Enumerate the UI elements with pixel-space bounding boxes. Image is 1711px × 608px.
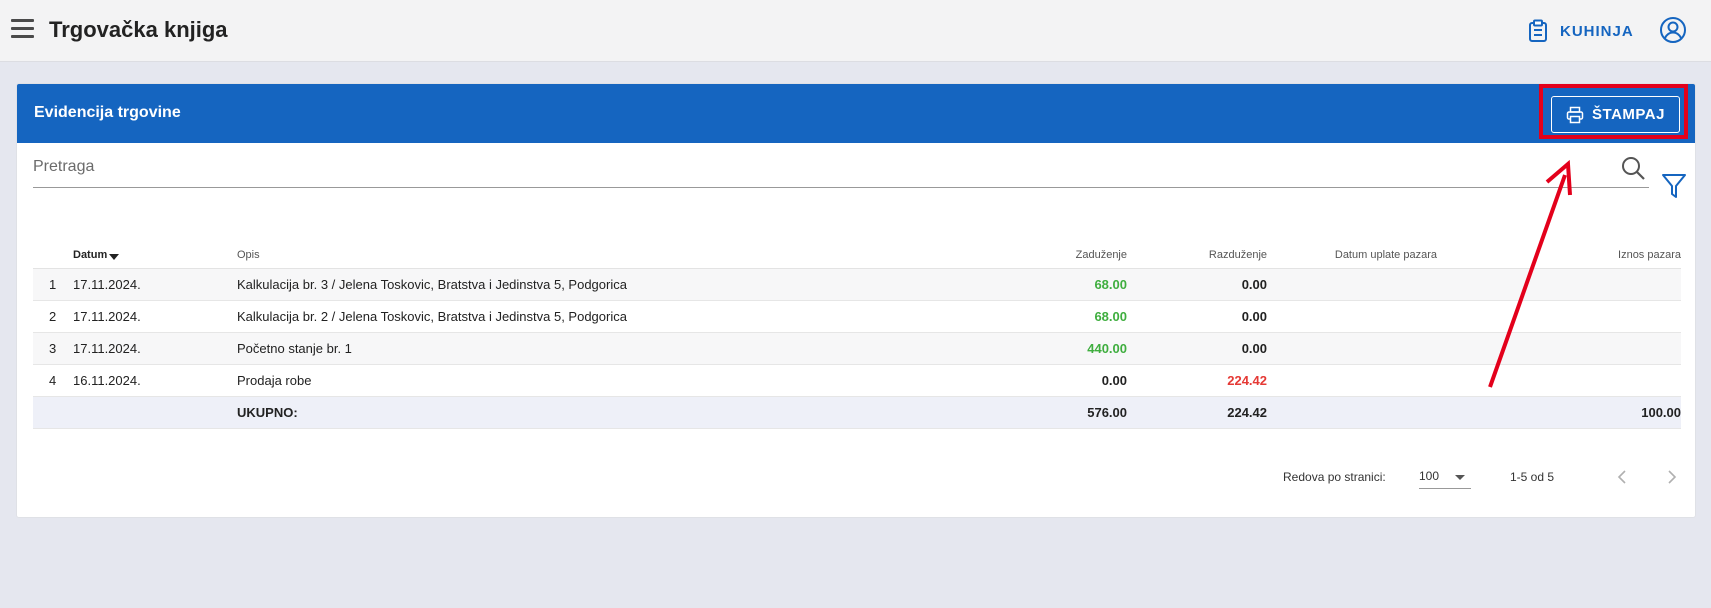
printer-icon [1566, 106, 1584, 123]
print-button-label: ŠTAMPAJ [1592, 106, 1665, 123]
search-field [33, 146, 1649, 188]
print-button[interactable]: ŠTAMPAJ [1551, 96, 1680, 133]
pagination-range: 1-5 od 5 [1510, 470, 1555, 484]
row-datum-uplate [1267, 364, 1437, 397]
column-header-opis[interactable]: Opis [237, 242, 957, 269]
row-datum-uplate [1267, 332, 1437, 365]
total-iznos: 100.00 [1437, 396, 1681, 429]
row-iznos [1437, 300, 1681, 333]
next-page-icon[interactable] [1664, 468, 1680, 486]
row-iznos [1437, 364, 1681, 397]
row-opis: Kalkulacija br. 2 / Jelena Toskovic, Bra… [237, 300, 957, 333]
search-icon[interactable] [1620, 155, 1646, 181]
row-razduzenje: 224.42 [1127, 364, 1267, 397]
row-iznos [1437, 332, 1681, 365]
sort-down-icon [109, 253, 120, 260]
account-icon[interactable] [1659, 16, 1687, 44]
row-opis: Početno stanje br. 1 [237, 332, 957, 365]
total-row: UKUPNO: 576.00 224.42 100.00 [33, 396, 1681, 429]
rows-per-page-select[interactable]: 100 [1419, 465, 1471, 489]
row-datum: 17.11.2024. [73, 332, 237, 365]
row-razduzenje: 0.00 [1127, 332, 1267, 365]
row-datum: 17.11.2024. [73, 300, 237, 333]
row-number: 2 [33, 300, 73, 333]
pagination: Redova po stranici: 100 1-5 od 5 [1283, 465, 1680, 489]
records-table: Datum Opis Zaduženje Razduženje Datum up… [33, 242, 1681, 429]
filter-icon[interactable] [1661, 172, 1687, 200]
table-row[interactable]: 3 17.11.2024. Početno stanje br. 1 440.0… [33, 332, 1681, 365]
row-number: 4 [33, 364, 73, 397]
column-header-datum[interactable]: Datum [73, 242, 237, 269]
column-header-zaduzenje[interactable]: Zaduženje [957, 242, 1127, 269]
clipboard-icon [1529, 19, 1547, 42]
row-datum: 17.11.2024. [73, 268, 237, 301]
chevron-down-icon [1455, 475, 1465, 480]
trade-records-card: Evidencija trgovine ŠTAMPAJ Datum [16, 83, 1696, 518]
row-razduzenje: 0.00 [1127, 268, 1267, 301]
row-razduzenje: 0.00 [1127, 300, 1267, 333]
card-header: Evidencija trgovine ŠTAMPAJ [17, 84, 1695, 143]
row-zaduzenje: 440.00 [957, 332, 1127, 365]
row-datum-uplate [1267, 268, 1437, 301]
kuhinja-label: KUHINJA [1560, 22, 1634, 40]
total-zaduzenje: 576.00 [957, 396, 1127, 429]
page-title: Trgovačka knjiga [49, 17, 228, 42]
row-number: 1 [33, 268, 73, 301]
table-header-row: Datum Opis Zaduženje Razduženje Datum up… [33, 242, 1681, 269]
table-row[interactable]: 4 16.11.2024. Prodaja robe 0.00 224.42 [33, 364, 1681, 397]
menu-icon[interactable] [11, 19, 34, 41]
card-title: Evidencija trgovine [34, 104, 181, 121]
rows-per-page-label: Redova po stranici: [1283, 470, 1386, 484]
column-header-iznos-pazara[interactable]: Iznos pazara [1437, 242, 1681, 269]
row-zaduzenje: 68.00 [957, 268, 1127, 301]
row-number: 3 [33, 332, 73, 365]
total-label: UKUPNO: [237, 396, 957, 429]
row-datum-uplate [1267, 300, 1437, 333]
kuhinja-button[interactable]: KUHINJA [1528, 14, 1634, 48]
column-header-datum-uplate[interactable]: Datum uplate pazara [1267, 242, 1437, 269]
table-row[interactable]: 1 17.11.2024. Kalkulacija br. 3 / Jelena… [33, 268, 1681, 301]
table-row[interactable]: 2 17.11.2024. Kalkulacija br. 2 / Jelena… [33, 300, 1681, 333]
row-datum: 16.11.2024. [73, 364, 237, 397]
row-opis: Kalkulacija br. 3 / Jelena Toskovic, Bra… [237, 268, 957, 301]
row-iznos [1437, 268, 1681, 301]
row-opis: Prodaja robe [237, 364, 957, 397]
total-razduzenje: 224.42 [1127, 396, 1267, 429]
column-header-razduzenje[interactable]: Razduženje [1127, 242, 1267, 269]
row-zaduzenje: 0.00 [957, 364, 1127, 397]
previous-page-icon[interactable] [1614, 468, 1630, 486]
row-zaduzenje: 68.00 [957, 300, 1127, 333]
top-app-bar: Trgovačka knjiga KUHINJA [0, 0, 1711, 62]
search-input[interactable] [33, 152, 1613, 182]
